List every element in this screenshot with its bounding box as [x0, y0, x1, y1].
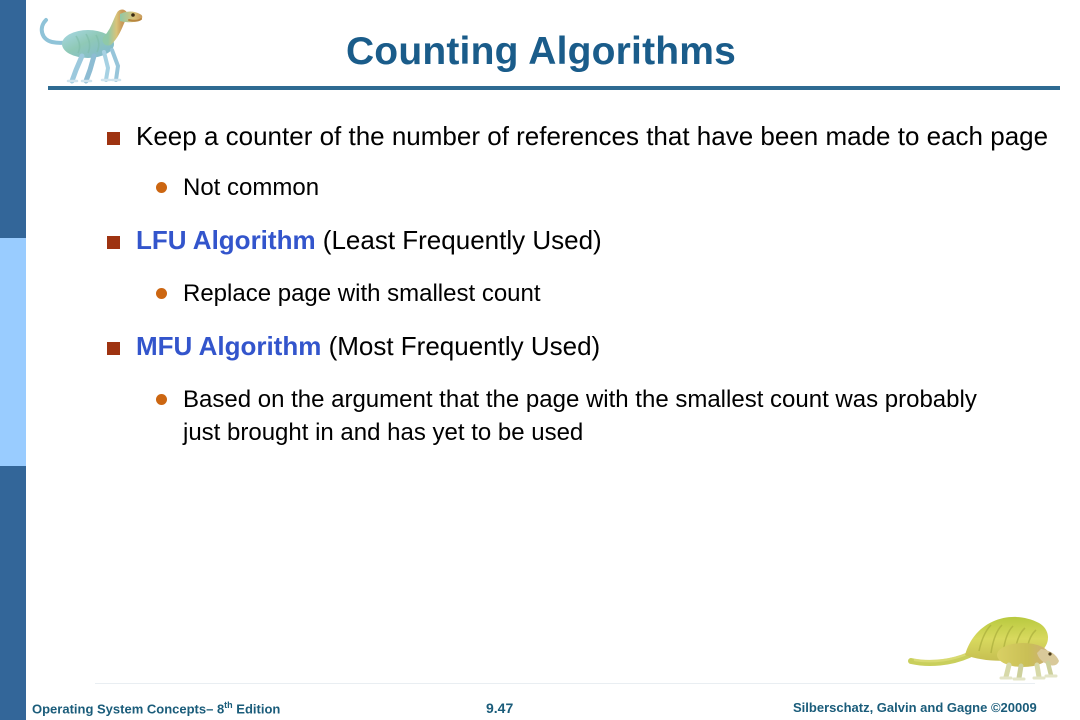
- lfu-expansion-label: (Least Frequently Used): [315, 225, 602, 255]
- sidebar-band-middle: [0, 238, 26, 466]
- bullet-item-mfu: MFU Algorithm (Most Frequently Used): [26, 330, 1066, 363]
- sidebar-band-top: [0, 0, 26, 238]
- subbullet-item-replace-smallest: Replace page with smallest count: [26, 277, 1066, 310]
- left-decorative-sidebar: [0, 0, 26, 720]
- bullet-square-marker-icon: [107, 236, 120, 249]
- bullet-dot-marker-icon: [156, 182, 167, 193]
- footer-edition-suffix: Edition: [232, 701, 281, 717]
- bullet-item-lfu: LFU Algorithm (Least Frequently Used): [26, 224, 1066, 257]
- subbullet-item-not-common: Not common: [26, 171, 1066, 204]
- subbullet-text: Not common: [183, 174, 320, 201]
- bullet-text: LFU Algorithm (Least Frequently Used): [136, 224, 602, 257]
- footer-edition-ordinal: th: [224, 700, 233, 710]
- footer-page-number: 9.47: [486, 700, 514, 716]
- mfu-accent-label: MFU Algorithm: [136, 331, 322, 361]
- title-divider: [48, 86, 1060, 90]
- footer-copyright: Silberschatz, Galvin and Gagne ©20009: [793, 700, 1037, 715]
- bullet-dot-marker-icon: [156, 288, 167, 299]
- lfu-accent-label: LFU Algorithm: [136, 225, 316, 255]
- bullet-square-marker-icon: [107, 342, 120, 355]
- page-title: Counting Algorithms: [345, 30, 737, 73]
- mfu-expansion-label: (Most Frequently Used): [321, 331, 601, 361]
- dinosaur-theropod-icon: [39, 9, 143, 84]
- dinosaur-sailback-icon: [908, 616, 1059, 681]
- bullet-text: Keep a counter of the number of referenc…: [136, 121, 1049, 151]
- subbullet-text: Based on the argument that the page with…: [183, 386, 977, 446]
- subbullet-item-mfu-rationale: Based on the argument that the page with…: [26, 383, 1066, 449]
- footer-edition-prefix: Operating System Concepts– 8: [32, 701, 225, 717]
- footer-edition: Operating System Concepts– 8th Edition: [32, 700, 280, 716]
- slide-header: Counting Algorithms: [26, 0, 1080, 96]
- bullet-dot-marker-icon: [156, 394, 167, 405]
- bullet-item-keep-counter: Keep a counter of the number of referenc…: [26, 120, 1066, 153]
- footer-divider: [95, 683, 1035, 684]
- bullet-text: MFU Algorithm (Most Frequently Used): [136, 330, 600, 363]
- slide-body: Keep a counter of the number of referenc…: [26, 120, 1066, 455]
- bullet-square-marker-icon: [107, 132, 120, 145]
- sidebar-band-bottom: [0, 466, 26, 720]
- subbullet-text: Replace page with smallest count: [183, 280, 541, 307]
